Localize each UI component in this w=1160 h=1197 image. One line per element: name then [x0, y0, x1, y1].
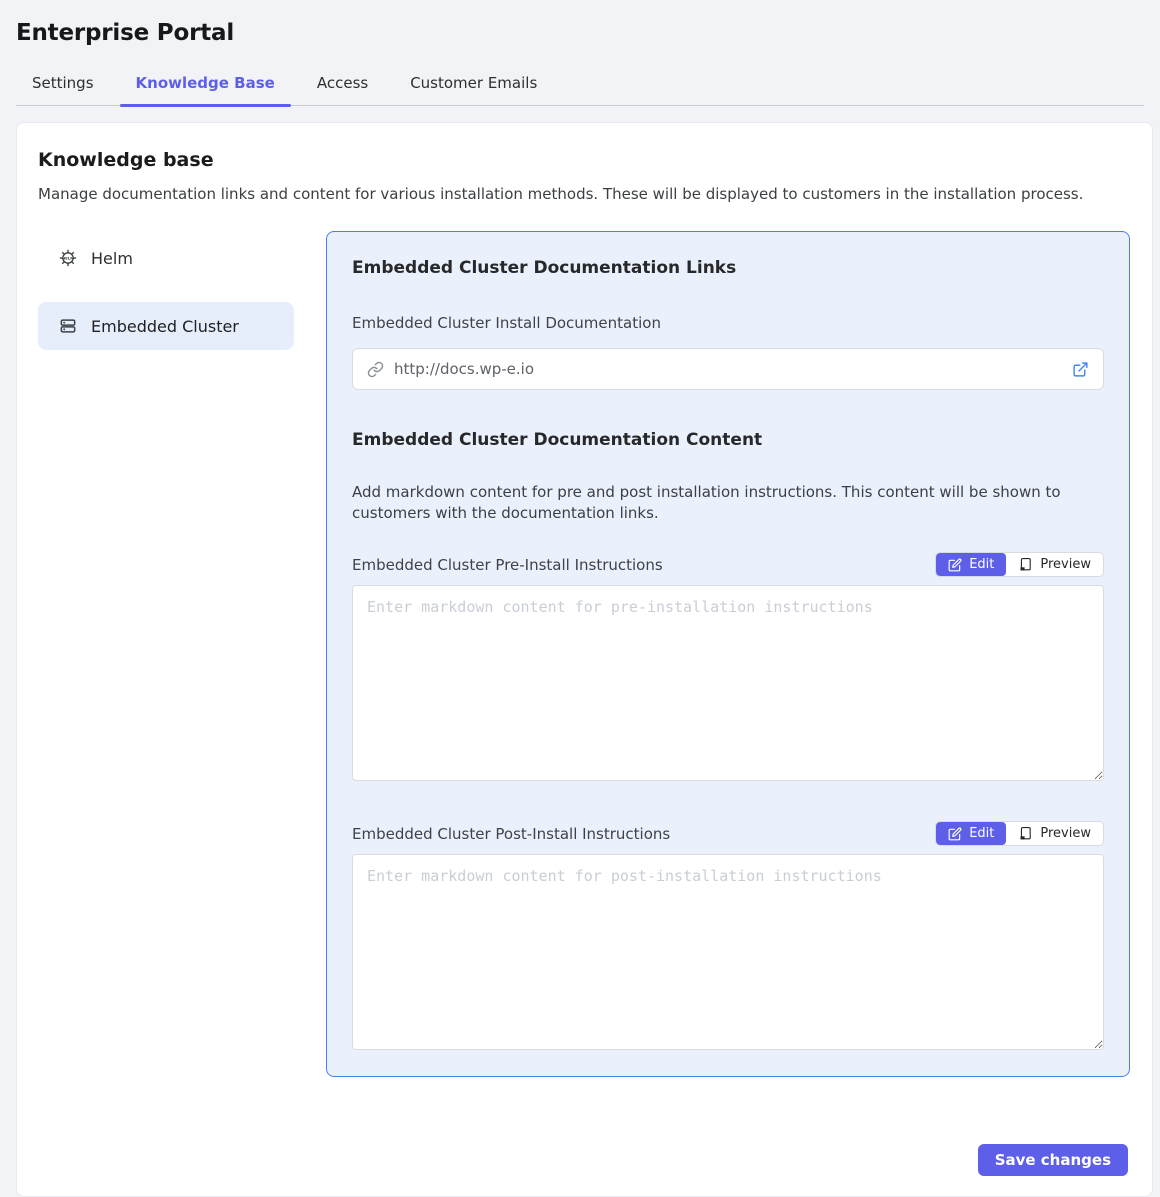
install-method-nav: HELM Helm Embedded Cluster	[38, 231, 294, 370]
tab-access[interactable]: Access	[301, 64, 384, 105]
pre-install-header: Embedded Cluster Pre-Install Instruction…	[352, 552, 1104, 577]
edit-button-label: Edit	[969, 826, 994, 841]
pre-install-mode-toggle: Edit Preview	[935, 552, 1104, 577]
tab-bar: Settings Knowledge Base Access Customer …	[16, 64, 1144, 106]
svg-text:HELM: HELM	[62, 256, 74, 261]
helm-logo-icon: HELM	[58, 248, 78, 268]
server-stack-icon	[58, 316, 78, 336]
docs-content-heading: Embedded Cluster Documentation Content	[352, 430, 1104, 450]
page-title: Enterprise Portal	[16, 20, 1144, 46]
post-install-textarea[interactable]	[352, 854, 1104, 1050]
tab-customer-emails[interactable]: Customer Emails	[394, 64, 553, 105]
tab-settings[interactable]: Settings	[16, 64, 110, 105]
section-description: Manage documentation links and content f…	[38, 185, 1130, 203]
sidebar-item-label: Embedded Cluster	[91, 317, 239, 336]
link-icon	[367, 361, 384, 378]
docs-links-heading: Embedded Cluster Documentation Links	[352, 258, 1104, 278]
preview-button-label: Preview	[1040, 826, 1091, 841]
pre-install-textarea[interactable]	[352, 585, 1104, 781]
preview-button[interactable]: Preview	[1006, 553, 1103, 576]
install-doc-input[interactable]	[394, 360, 1062, 378]
tab-knowledge-base[interactable]: Knowledge Base	[120, 64, 291, 105]
edit-icon	[948, 827, 962, 841]
save-row: Save changes	[38, 1144, 1130, 1176]
page-header: Enterprise Portal	[0, 0, 1160, 46]
edit-button[interactable]: Edit	[936, 553, 1006, 576]
post-install-label: Embedded Cluster Post-Install Instructio…	[352, 825, 670, 843]
preview-button-label: Preview	[1040, 557, 1091, 572]
post-install-header: Embedded Cluster Post-Install Instructio…	[352, 821, 1104, 846]
knowledge-base-card: Knowledge base Manage documentation link…	[16, 122, 1153, 1197]
content-row: HELM Helm Embedded Cluster Embedd	[38, 231, 1130, 1077]
preview-icon	[1018, 557, 1033, 572]
edit-button[interactable]: Edit	[936, 822, 1006, 845]
edit-icon	[948, 558, 962, 572]
section-title: Knowledge base	[38, 149, 1130, 171]
sidebar-item-helm[interactable]: HELM Helm	[38, 234, 294, 282]
install-doc-label: Embedded Cluster Install Documentation	[352, 314, 1104, 332]
install-doc-field	[352, 348, 1104, 390]
preview-icon	[1018, 826, 1033, 841]
preview-button[interactable]: Preview	[1006, 822, 1103, 845]
post-install-mode-toggle: Edit Preview	[935, 821, 1104, 846]
sidebar-item-label: Helm	[91, 249, 133, 268]
save-changes-button[interactable]: Save changes	[978, 1144, 1128, 1176]
docs-content-description: Add markdown content for pre and post in…	[352, 482, 1104, 524]
external-link-icon[interactable]	[1072, 361, 1089, 378]
pre-install-label: Embedded Cluster Pre-Install Instruction…	[352, 556, 663, 574]
embedded-cluster-panel: Embedded Cluster Documentation Links Emb…	[326, 231, 1130, 1077]
edit-button-label: Edit	[969, 557, 994, 572]
sidebar-item-embedded-cluster[interactable]: Embedded Cluster	[38, 302, 294, 350]
